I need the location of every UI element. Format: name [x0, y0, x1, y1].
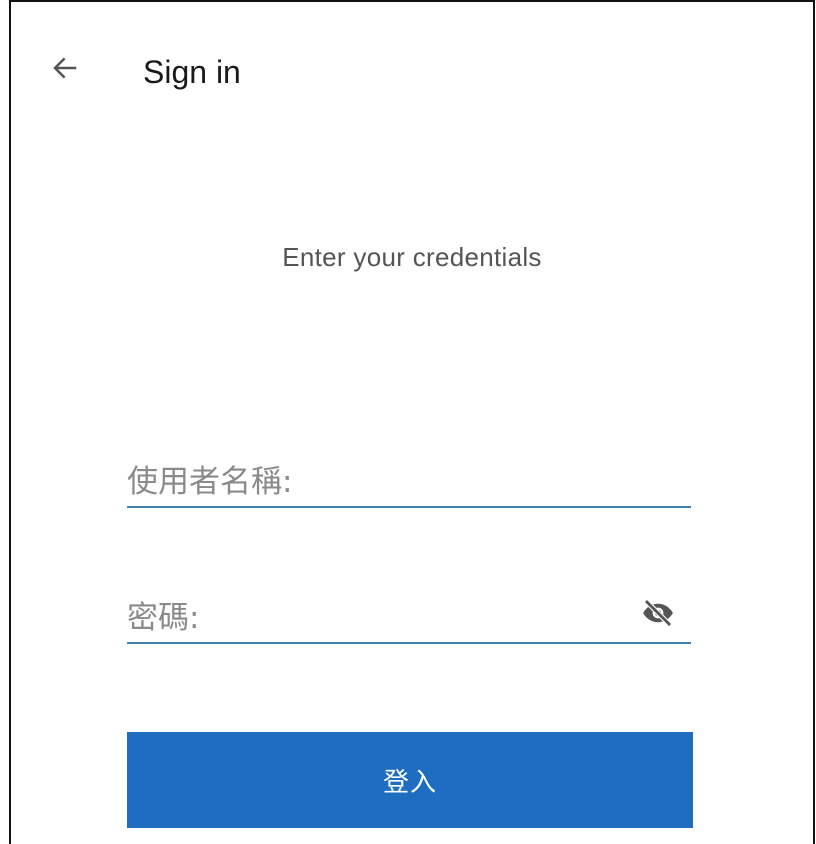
username-input[interactable]	[127, 464, 691, 500]
back-button[interactable]	[45, 50, 85, 90]
password-field[interactable]	[127, 582, 691, 644]
page-title: Sign in	[143, 54, 241, 90]
sign-in-screen: Sign in Enter your credentials 登入	[9, 0, 815, 844]
arrow-left-icon	[50, 53, 80, 88]
password-visibility-toggle[interactable]	[637, 594, 679, 636]
password-input[interactable]	[127, 600, 607, 636]
username-field[interactable]	[127, 446, 691, 508]
sign-in-button[interactable]: 登入	[127, 732, 693, 828]
form-subtitle: Enter your credentials	[282, 242, 542, 272]
eye-off-icon	[641, 596, 675, 635]
